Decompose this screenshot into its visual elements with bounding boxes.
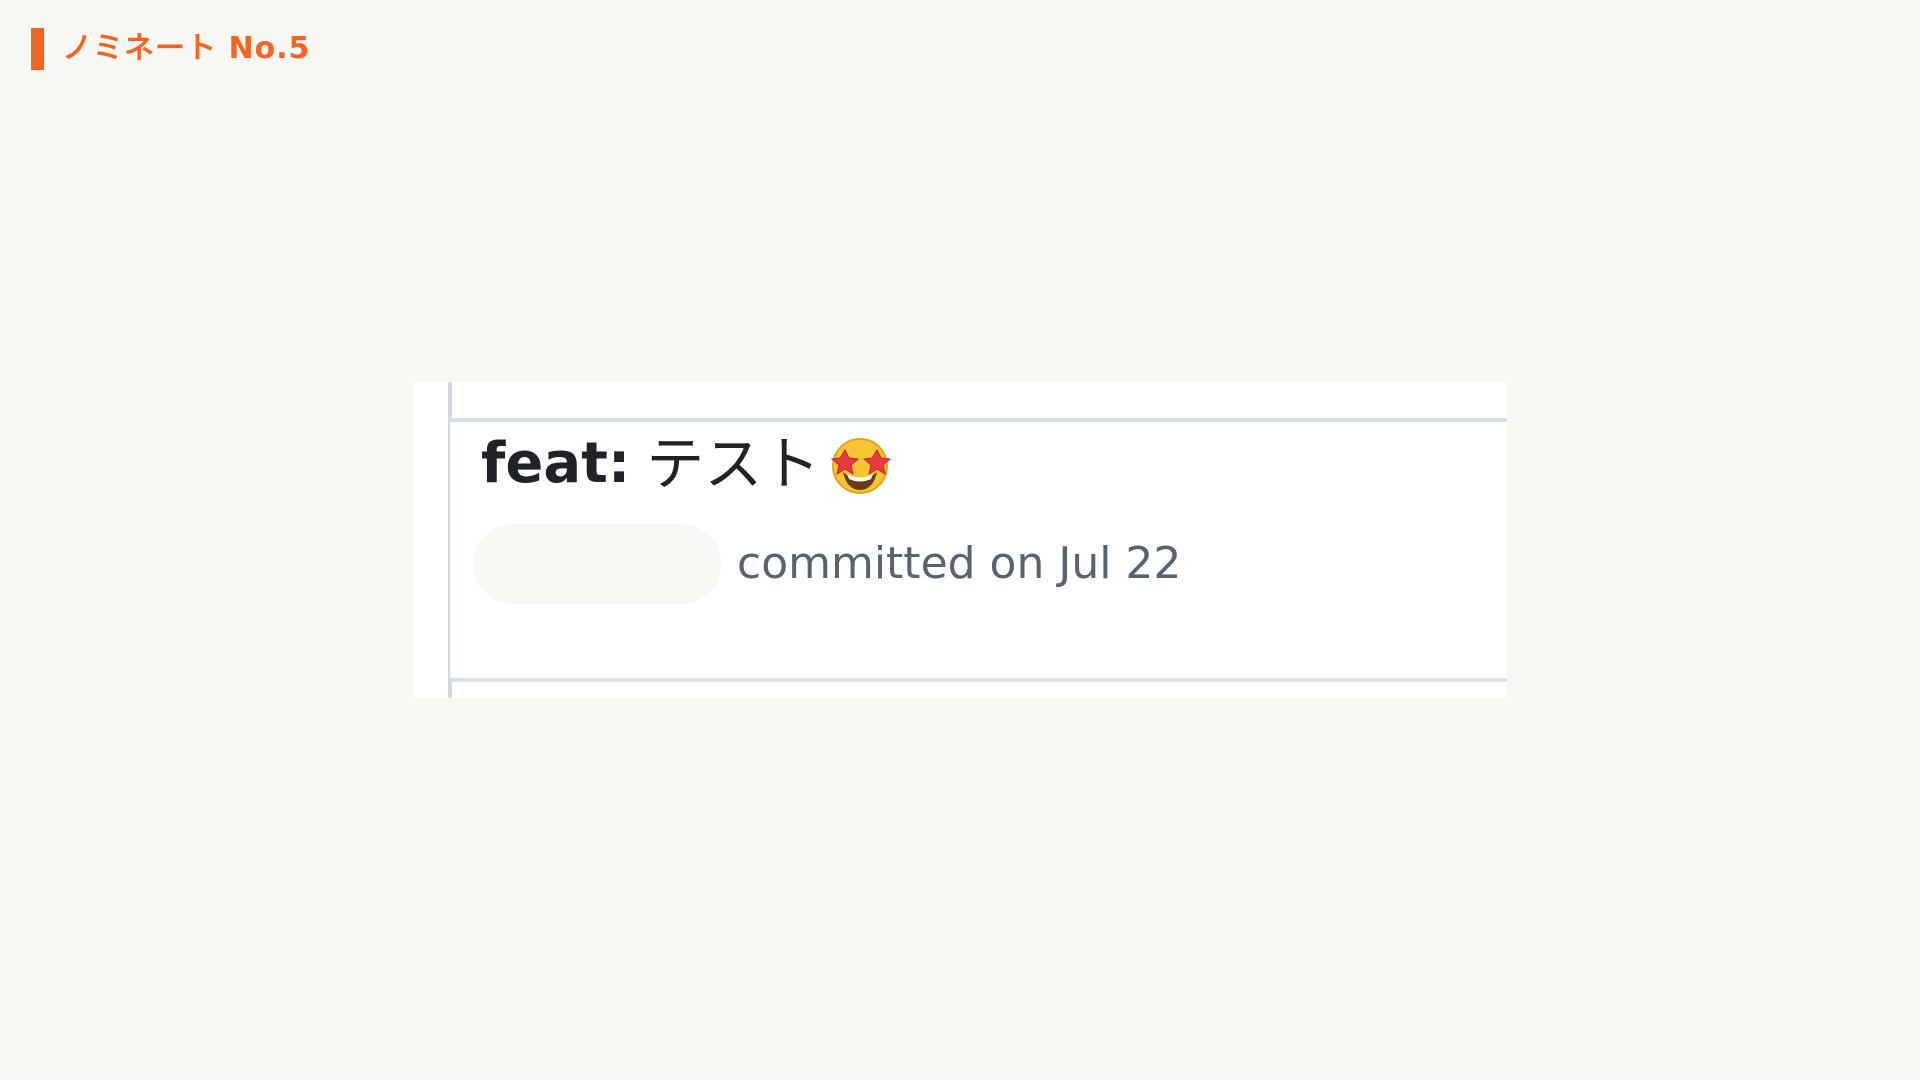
- slide-header: ノミネート No.5: [31, 28, 310, 70]
- commit-message: テスト: [646, 430, 821, 498]
- screenshot-crop: feat: テスト committed on Jul 22: [413, 382, 1507, 698]
- commit-meta: committed on Jul 22: [473, 524, 1181, 604]
- accent-bar: [31, 28, 44, 70]
- star-struck-emoji-icon: [831, 438, 892, 494]
- author-redacted: [473, 524, 721, 604]
- slide-title: ノミネート No.5: [62, 31, 311, 66]
- commit-title[interactable]: feat: テスト: [481, 424, 892, 504]
- commit-status: committed on Jul 22: [737, 538, 1182, 589]
- commit-type-prefix: feat:: [481, 431, 631, 496]
- slide: ノミネート No.5 feat: テスト committed on Jul 22: [0, 0, 1920, 1080]
